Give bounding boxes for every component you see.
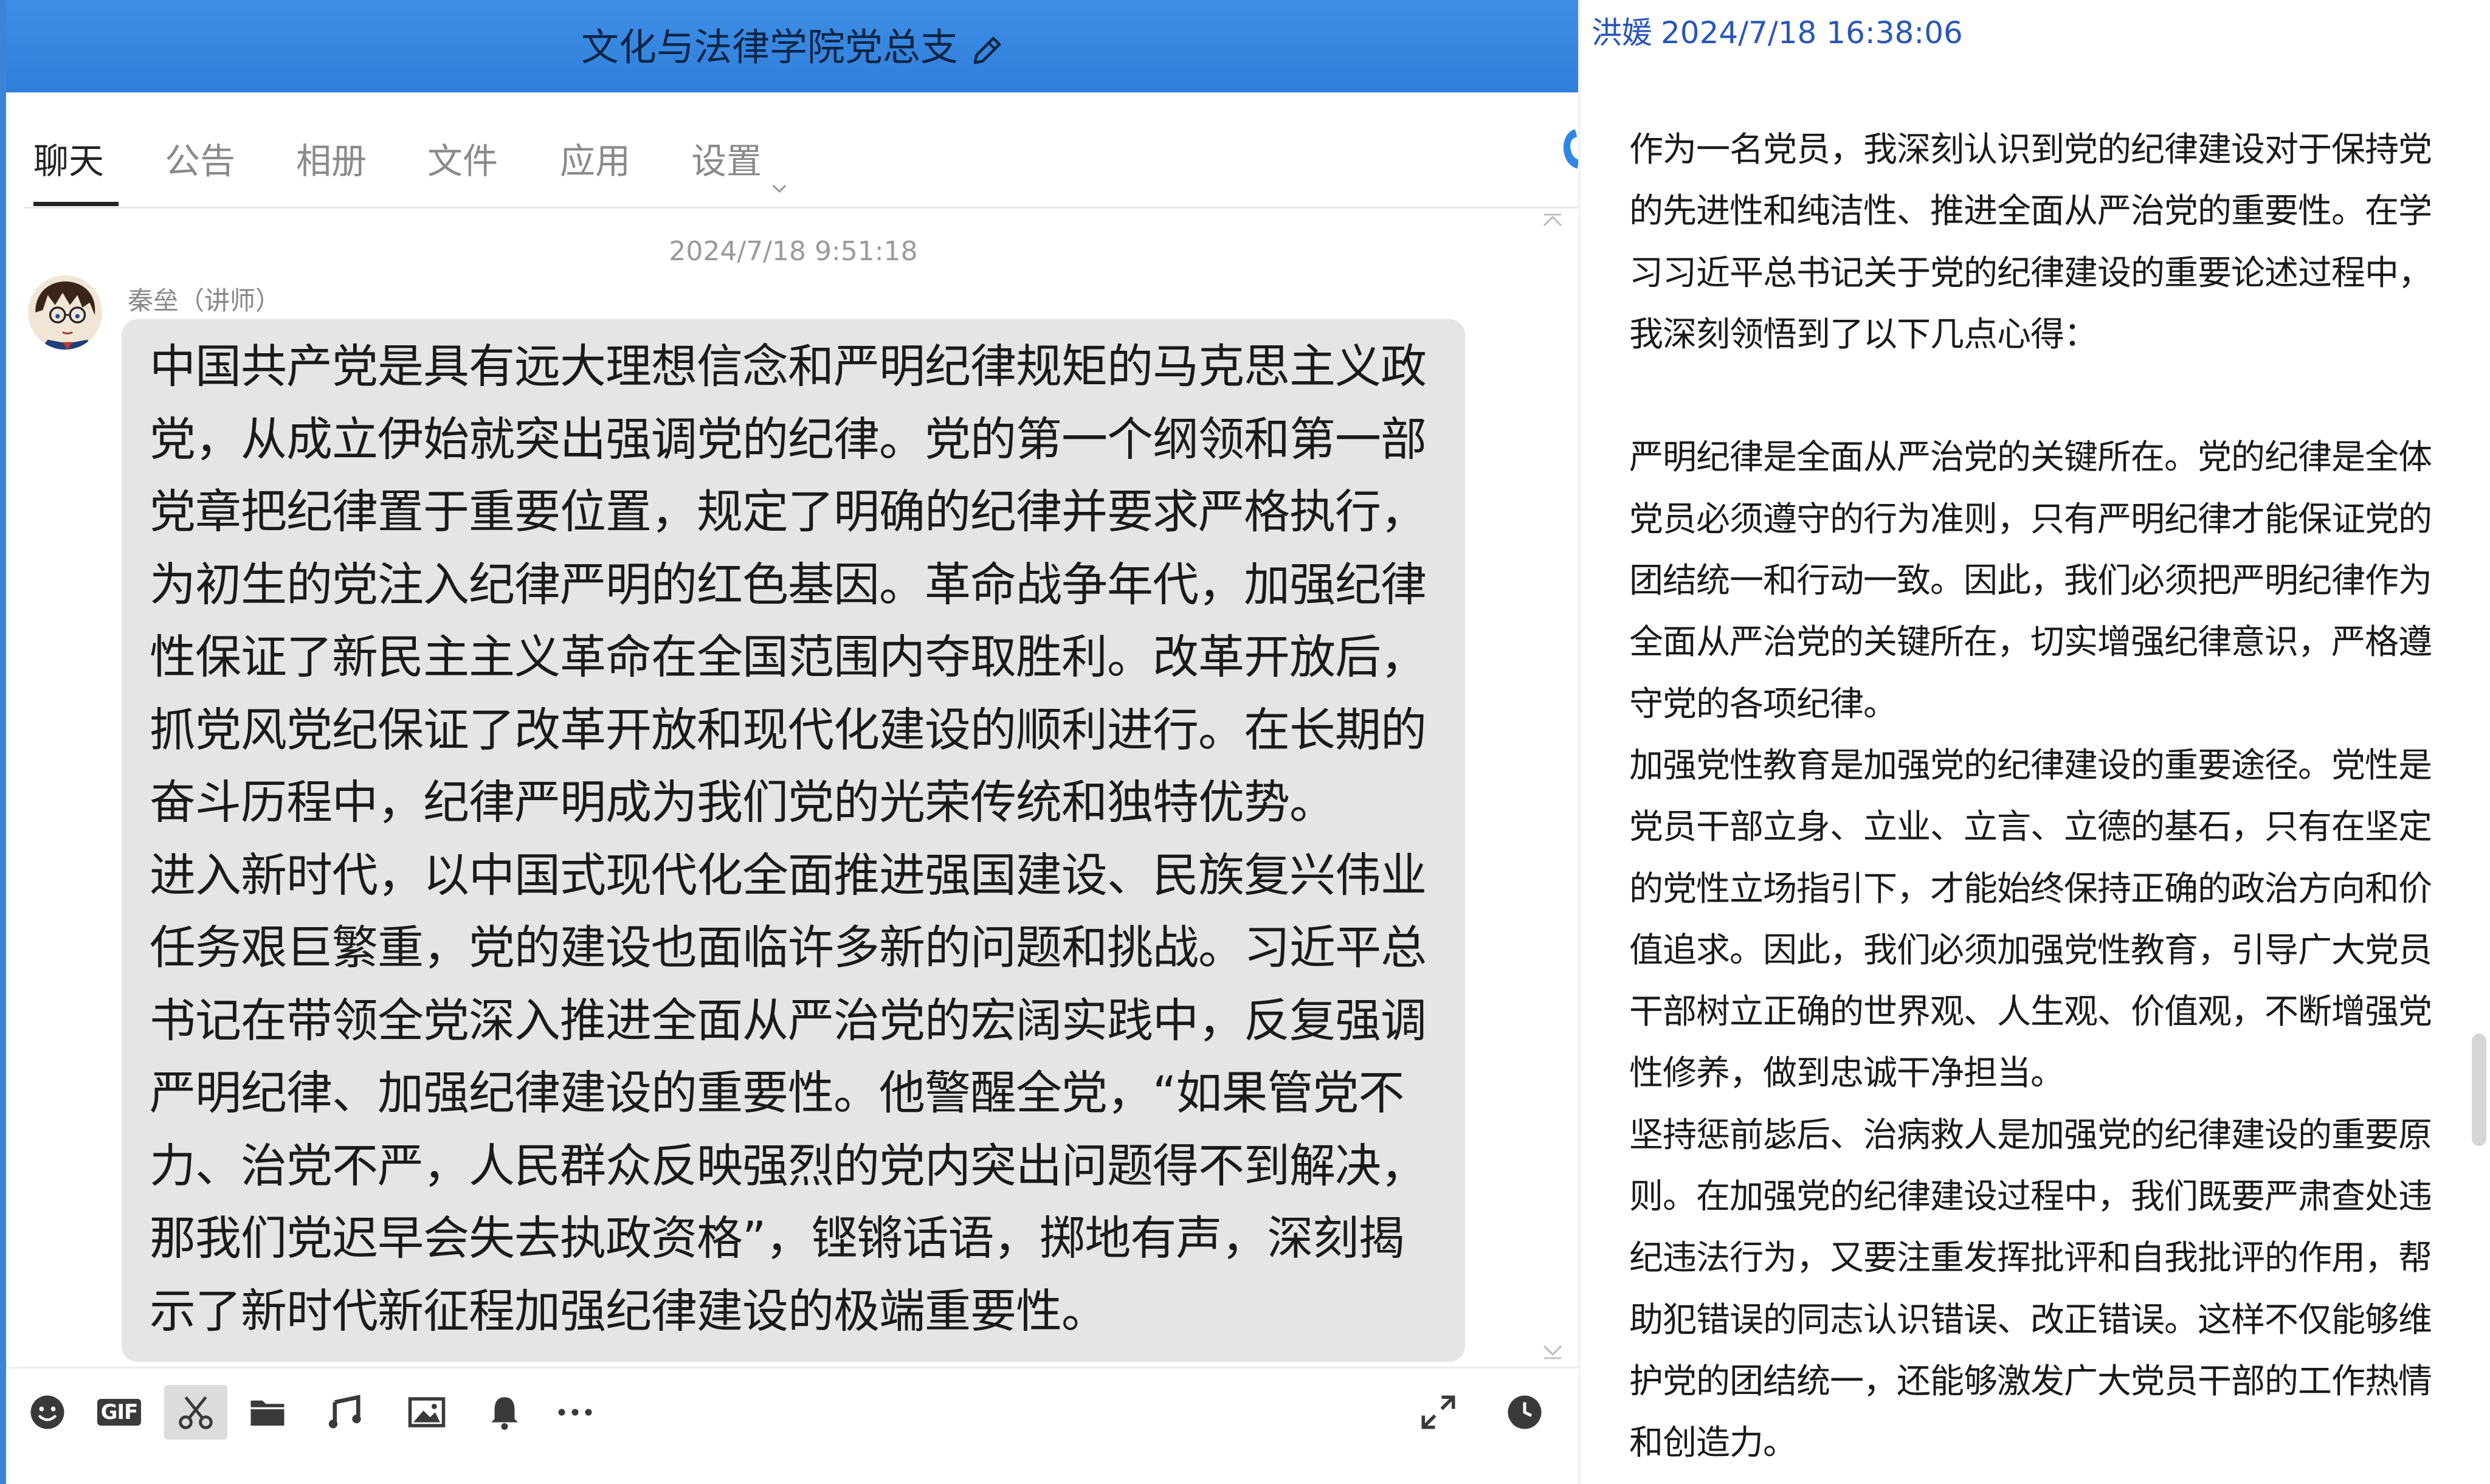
chevron-down-icon (769, 153, 790, 193)
tab-apps[interactable]: 应用 (560, 128, 630, 195)
expand-icon[interactable] (1414, 1385, 1463, 1440)
scissors-icon[interactable] (164, 1385, 227, 1440)
message-paragraph: 中国共产党是具有远大理想信念和严明纪律规矩的马克思主义政党，从成立伊始就突出强调… (150, 339, 1427, 829)
tab-settings-label: 设置 (691, 140, 762, 182)
message-text: 中国共产党是具有远大理想信念和严明纪律规矩的马克思主义政党，从成立伊始就突出强调… (150, 330, 1444, 1347)
tab-chat-label: 聊天 (33, 140, 105, 182)
message-paragraph: 进入新时代，以中国式现代化全面推进强国建设、民族复兴伟业任务艰巨繁重，党的建设也… (150, 847, 1427, 1338)
group-title: 文化与法律学院党总支 (6, 23, 1581, 72)
toolbar-separator (6, 1367, 1581, 1368)
message-detail-panel[interactable]: 洪媛 2024/7/18 16:38:06 作为一名党员，我深刻认识到党的纪律建设… (1581, 0, 2490, 1484)
folder-icon[interactable] (243, 1385, 292, 1440)
body-paragraph: 作为一名党员，我深刻认识到党的纪律建设对于保持党的先进性和纯洁性、推进全面从严治… (1629, 130, 2432, 354)
body-paragraph: 加强党性教育是加强党的纪律建设的重要途径。党性是党员干部立身、立业、立言、立德的… (1629, 745, 2432, 1094)
sender-name: 秦垒（讲师） (128, 286, 281, 316)
music-icon[interactable] (322, 1385, 371, 1440)
scroll-up-arrow[interactable] (1540, 210, 1565, 234)
active-tab-indicator (33, 202, 119, 206)
window-border (0, 0, 6, 1484)
tab-album-label: 相册 (296, 140, 367, 182)
message-body: 作为一名党员，我深刻认识到党的纪律建设对于保持党的先进性和纯洁性、推进全面从严治… (1629, 119, 2438, 1474)
avatar[interactable] (28, 275, 102, 350)
edit-icon[interactable] (969, 32, 1005, 68)
gif-icon[interactable]: GIF (95, 1385, 143, 1440)
body-paragraph: 严明纪律是全面从严治党的关键所在。党的纪律是全体党员必须遵守的行为准则，只有严明… (1629, 438, 2432, 724)
body-paragraph: 坚持惩前毖后、治病救人是加强党的纪律建设的重要原则。在加强党的纪律建设过程中，我… (1629, 1115, 2432, 1463)
image-icon[interactable] (402, 1385, 451, 1440)
phone-icon[interactable] (1557, 125, 1579, 173)
message-timestamp: 2024/7/18 9:51:18 (669, 236, 918, 267)
tab-files[interactable]: 文件 (427, 128, 498, 195)
tab-announcement[interactable]: 公告 (165, 128, 235, 195)
emoji-icon[interactable] (23, 1385, 72, 1440)
more-icon[interactable] (551, 1385, 599, 1440)
tab-files-label: 文件 (427, 140, 498, 182)
history-clock-icon[interactable] (1500, 1385, 1549, 1440)
message-header: 洪媛 2024/7/18 16:38:06 (1592, 9, 1963, 52)
tab-settings[interactable]: 设置 (691, 128, 790, 195)
group-title-text: 文化与法律学院党总支 (581, 25, 958, 69)
tab-album[interactable]: 相册 (296, 128, 367, 195)
scrollbar-track[interactable] (2468, 0, 2490, 1484)
scrollbar-thumb[interactable] (2472, 1034, 2486, 1146)
tab-apps-label: 应用 (560, 140, 631, 182)
bell-icon[interactable] (480, 1385, 529, 1440)
message-timestamp: 2024/7/18 16:38:06 (1661, 15, 1963, 50)
scroll-down-arrow[interactable] (1540, 1337, 1565, 1362)
tab-announcement-label: 公告 (165, 140, 236, 182)
message-area[interactable]: 2024/7/18 9:51:18 秦垒（讲师） 中国共产党是具有远大理想信念和… (6, 209, 1581, 1367)
message-bubble[interactable]: 中国共产党是具有远大理想信念和严明纪律规矩的马克思主义政党，从成立伊始就突出强调… (122, 319, 1465, 1362)
title-bar: 文化与法律学院党总支 (6, 0, 1581, 92)
chat-window: 文化与法律学院党总支 聊天 公告 相册 文件 应用 设置 2024/7/18 9… (0, 0, 1581, 1484)
gif-icon-label: GIF (97, 1399, 142, 1426)
sender-name[interactable]: 洪媛 (1592, 15, 1652, 50)
tab-chat[interactable]: 聊天 (33, 128, 104, 195)
